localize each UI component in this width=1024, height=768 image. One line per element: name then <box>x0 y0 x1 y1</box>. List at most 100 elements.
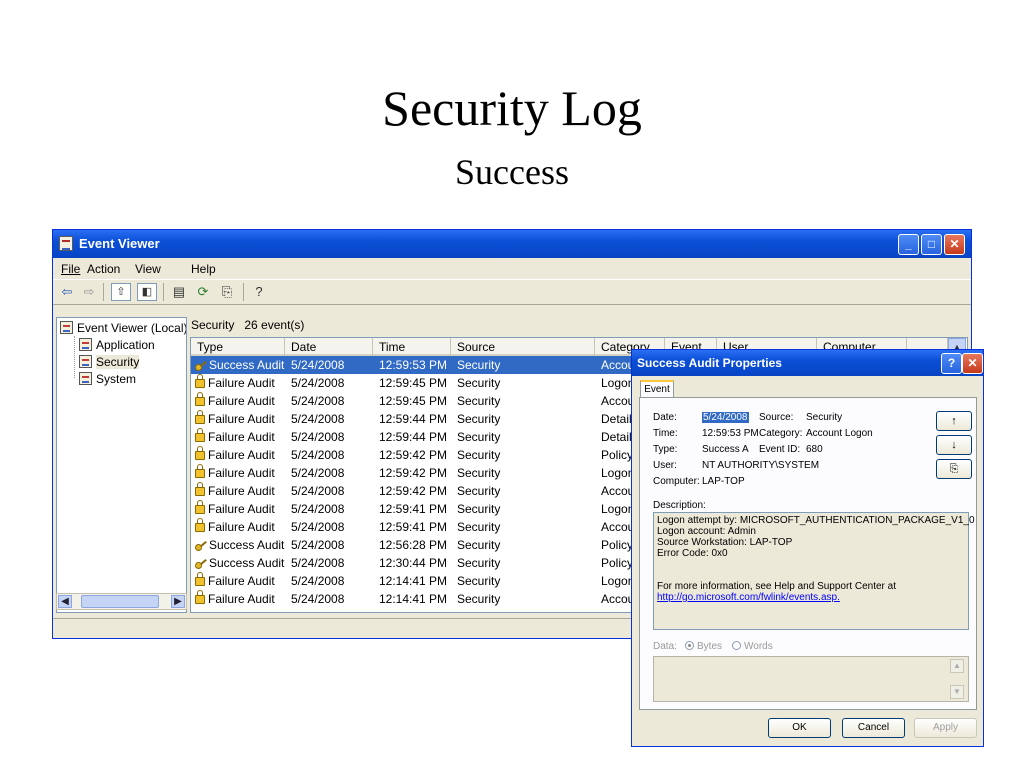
row-category: Logon <box>601 502 635 516</box>
row-time: 12:59:41 PM <box>379 520 448 534</box>
help-link[interactable]: http://go.microsoft.com/fwlink/events.as… <box>657 592 965 603</box>
scroll-right-icon[interactable]: ▶ <box>171 595 185 608</box>
row-time: 12:59:45 PM <box>379 394 448 408</box>
row-source: Security <box>457 376 501 390</box>
row-time: 12:59:44 PM <box>379 430 448 444</box>
user-value[interactable]: NT AUTHORITY\SYSTEM <box>702 460 819 471</box>
menu-view[interactable]: View <box>135 262 161 276</box>
export-list-icon[interactable]: ⎘ <box>217 283 237 301</box>
row-type-label: Success Audit <box>209 358 285 372</box>
tree-horizontal-scrollbar[interactable]: ◀ ▶ <box>56 593 187 610</box>
row-category: Logon <box>601 466 635 480</box>
tree-root[interactable]: Event Viewer (Local) <box>60 320 187 336</box>
ok-button[interactable]: OK <box>768 718 831 738</box>
row-date: 5/24/2008 <box>291 448 345 462</box>
tree-item-label: Application <box>96 338 155 352</box>
description-box[interactable]: Logon attempt by: MICROSOFT_AUTHENTICATI… <box>653 512 975 630</box>
row-type: Failure Audit <box>195 464 275 482</box>
row-type: Success Audit <box>195 554 284 572</box>
tree-item-security[interactable]: Security <box>79 354 140 370</box>
row-time: 12:59:41 PM <box>379 502 448 516</box>
event-viewer-titlebar[interactable]: Event Viewer _ □ ✕ <box>53 230 971 258</box>
lock-icon <box>195 464 205 478</box>
dialog-titlebar[interactable]: Success Audit Properties ? ✕ <box>632 350 983 376</box>
row-date: 5/24/2008 <box>291 484 345 498</box>
row-date: 5/24/2008 <box>291 358 345 372</box>
event-id-value[interactable]: 680 <box>806 444 823 455</box>
scroll-down-icon[interactable]: ▼ <box>950 685 964 699</box>
row-type: Failure Audit <box>195 374 275 392</box>
row-date: 5/24/2008 <box>291 574 345 588</box>
row-source: Security <box>457 502 501 516</box>
row-time: 12:59:44 PM <box>379 412 448 426</box>
refresh-icon[interactable]: ⟳ <box>193 283 213 301</box>
previous-event-button[interactable]: ↑ <box>936 411 972 431</box>
arrow-up-icon: ↑ <box>951 415 957 427</box>
toolbar-separator <box>103 283 104 301</box>
scroll-up-icon[interactable]: ▲ <box>950 659 964 673</box>
row-type-label: Failure Audit <box>208 502 275 516</box>
column-header-date[interactable]: Date <box>285 338 373 356</box>
copy-button[interactable]: ⎘ <box>936 459 972 479</box>
row-type: Failure Audit <box>195 428 275 446</box>
source-value[interactable]: Security <box>806 412 842 423</box>
cancel-button[interactable]: Cancel <box>842 718 905 738</box>
row-type: Failure Audit <box>195 410 275 428</box>
maximize-button[interactable]: □ <box>921 234 942 255</box>
row-time: 12:56:28 PM <box>379 538 448 552</box>
tree-item-application[interactable]: Application <box>79 337 155 353</box>
menu-help[interactable]: Help <box>191 262 216 276</box>
time-value[interactable]: 12:59:53 PM <box>702 428 759 439</box>
data-field[interactable]: ▲ ▼ <box>653 656 969 702</box>
row-time: 12:59:53 PM <box>379 358 448 372</box>
words-radio[interactable]: Words <box>732 641 773 652</box>
description-label: Description: <box>653 500 706 511</box>
properties-icon[interactable]: ▤ <box>169 283 189 301</box>
computer-value[interactable]: LAP-TOP <box>702 476 745 487</box>
scroll-thumb[interactable] <box>81 595 159 608</box>
row-source: Security <box>457 394 501 408</box>
event-count: 26 event(s) <box>244 318 305 332</box>
row-date: 5/24/2008 <box>291 520 345 534</box>
menu-action[interactable]: Action <box>87 262 120 276</box>
up-folder-icon[interactable]: ⇧ <box>111 283 131 301</box>
column-header-time[interactable]: Time <box>373 338 451 356</box>
row-date: 5/24/2008 <box>291 376 345 390</box>
tab-event[interactable]: Event <box>640 380 674 398</box>
help-text: For more information, see Help and Suppo… <box>657 581 897 592</box>
scroll-left-icon[interactable]: ◀ <box>58 595 72 608</box>
help-icon[interactable]: ? <box>249 283 269 301</box>
row-type: Failure Audit <box>195 392 275 410</box>
row-date: 5/24/2008 <box>291 556 345 570</box>
column-header-type[interactable]: Type <box>191 338 285 356</box>
row-date: 5/24/2008 <box>291 394 345 408</box>
apply-button[interactable]: Apply <box>914 718 977 738</box>
date-value[interactable]: 5/24/2008 <box>702 412 749 423</box>
row-type: Failure Audit <box>195 500 275 518</box>
toolbar-separator <box>163 283 164 301</box>
column-header-source[interactable]: Source <box>451 338 595 356</box>
show-hide-tree-icon[interactable]: ◧ <box>137 283 157 301</box>
row-category: Detail <box>601 430 632 444</box>
arrow-down-icon: ↓ <box>951 439 957 451</box>
row-category: Logon <box>601 376 635 390</box>
type-value[interactable]: Success A <box>702 444 749 455</box>
menu-file[interactable]: File <box>61 262 80 276</box>
close-icon: ✕ <box>967 356 978 370</box>
date-label: Date: <box>653 412 677 423</box>
back-icon[interactable]: ⇦ <box>57 283 77 301</box>
tree-root-label: Event Viewer (Local) <box>77 321 187 335</box>
close-button[interactable]: ✕ <box>944 234 965 255</box>
dialog-close-button[interactable]: ✕ <box>962 353 983 374</box>
help-icon: ? <box>947 356 956 370</box>
bytes-radio[interactable]: Bytes <box>685 641 722 652</box>
tree-item-system[interactable]: System <box>79 371 136 387</box>
log-icon <box>79 355 92 368</box>
key-icon <box>195 540 207 551</box>
category-value[interactable]: Account Logon <box>806 428 873 439</box>
minimize-button[interactable]: _ <box>898 234 919 255</box>
dialog-help-button[interactable]: ? <box>941 353 962 374</box>
forward-icon[interactable]: ⇨ <box>79 283 99 301</box>
row-type: Failure Audit <box>195 482 275 500</box>
next-event-button[interactable]: ↓ <box>936 435 972 455</box>
